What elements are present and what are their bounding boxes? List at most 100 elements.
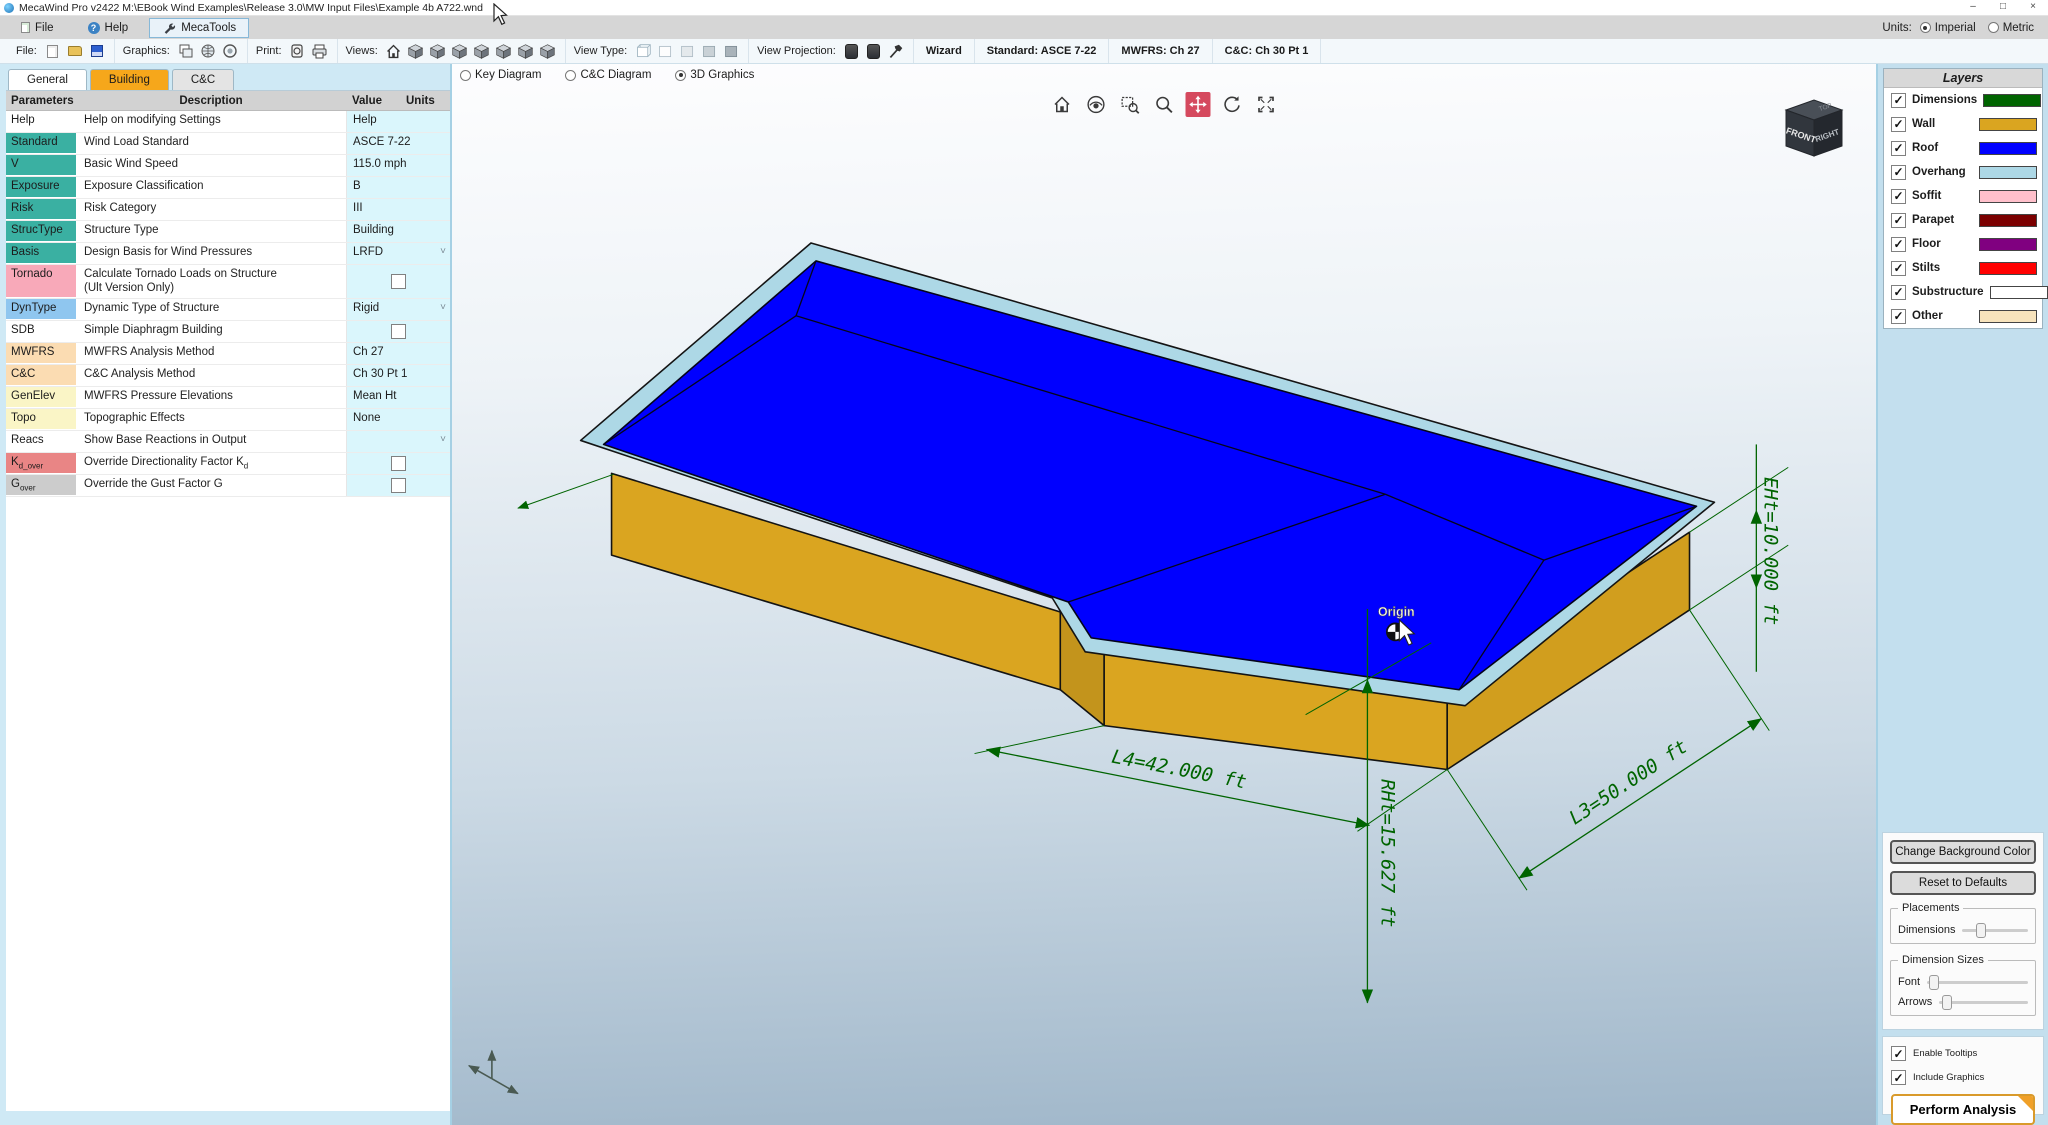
dimensions-slider[interactable] <box>1962 922 2028 938</box>
viewtype-1-button[interactable] <box>634 42 652 60</box>
param-value[interactable]: Rigid ˅ <box>346 299 450 320</box>
tab-building[interactable]: Building <box>89 69 169 90</box>
view-iso6-button[interactable] <box>517 42 535 60</box>
param-row-c-c[interactable]: C&C C&C Analysis Method Ch 30 Pt 1 <box>6 365 450 387</box>
param-row-kd-over[interactable]: Kd_over Override Directionality Factor Kd <box>6 453 450 475</box>
change-background-button[interactable]: Change Background Color <box>1890 840 2036 864</box>
param-row-gover[interactable]: Gover Override the Gust Factor G <box>6 475 450 497</box>
graphics-viewport[interactable]: Key Diagram C&C Diagram 3D Graphics L4=4… <box>450 64 1878 1125</box>
navigation-cube[interactable]: FRONT RIGHT TOP <box>1774 96 1854 180</box>
view-mode-3d-graphics[interactable]: 3D Graphics <box>675 69 754 81</box>
tools-hammer-button[interactable] <box>887 42 905 60</box>
param-value[interactable]: ˅ <box>346 431 450 452</box>
view-iso7-button[interactable] <box>539 42 557 60</box>
tool-home-button[interactable] <box>1050 92 1075 117</box>
units-imperial[interactable]: Imperial <box>1919 22 1976 34</box>
include-graphics-checkbox[interactable] <box>1891 1070 1906 1085</box>
param-row-topo[interactable]: Topo Topographic Effects None <box>6 409 450 431</box>
close-button[interactable]: × <box>2018 0 2048 15</box>
param-value[interactable]: ASCE 7-22 <box>346 133 450 154</box>
param-value[interactable]: Help <box>346 111 450 132</box>
graphics-window-button[interactable] <box>177 42 195 60</box>
wizard-button[interactable]: Wizard <box>914 39 975 63</box>
print-button[interactable] <box>311 42 329 60</box>
param-checkbox[interactable] <box>391 456 406 471</box>
tab-general[interactable]: General <box>8 69 87 90</box>
param-value[interactable] <box>346 321 450 342</box>
param-value[interactable]: Building <box>346 221 450 242</box>
layer-checkbox-parapet[interactable] <box>1891 212 1906 228</box>
view-iso5-button[interactable] <box>495 42 513 60</box>
tool-rotate-button[interactable] <box>1220 92 1245 117</box>
new-file-button[interactable] <box>44 42 62 60</box>
layer-checkbox-floor[interactable] <box>1891 236 1906 252</box>
param-row-dyntype[interactable]: DynType Dynamic Type of Structure Rigid ˅ <box>6 299 450 321</box>
dropdown-caret-icon[interactable]: ˅ <box>440 434 446 445</box>
tool-pan-button[interactable] <box>1185 92 1211 117</box>
param-row-genelev[interactable]: GenElev MWFRS Pressure Elevations Mean Ht <box>6 387 450 409</box>
layer-color-swatch[interactable] <box>1983 93 2042 107</box>
param-value[interactable]: None <box>346 409 450 430</box>
reset-defaults-button[interactable]: Reset to Defaults <box>1890 871 2036 895</box>
param-value[interactable] <box>346 453 450 474</box>
param-value[interactable]: Ch 27 <box>346 343 450 364</box>
tool-zoom-window-button[interactable] <box>1118 92 1143 117</box>
mwfrs-button[interactable]: MWFRS: Ch 27 <box>1109 39 1213 63</box>
param-row-v[interactable]: V Basic Wind Speed 115.0 mph <box>6 155 450 177</box>
param-row-basis[interactable]: Basis Design Basis for Wind Pressures LRFD… <box>6 243 450 265</box>
tab-cc[interactable]: C&C <box>171 69 235 90</box>
layer-checkbox-substructure[interactable] <box>1891 284 1906 300</box>
layer-color-swatch[interactable] <box>1979 213 2037 227</box>
scene-canvas[interactable]: L4=42.000 ft L3=50.000 ft EHt=10.000 ft … <box>452 64 1876 1125</box>
standard-button[interactable]: Standard: ASCE 7-22 <box>975 39 1110 63</box>
param-row-standard[interactable]: Standard Wind Load Standard ASCE 7-22 <box>6 133 450 155</box>
view-home-button[interactable] <box>385 42 403 60</box>
viewtype-5-button[interactable] <box>722 42 740 60</box>
graphics-3d-button[interactable] <box>199 42 217 60</box>
viewtype-3-button[interactable] <box>678 42 696 60</box>
param-value[interactable]: LRFD ˅ <box>346 243 450 264</box>
param-row-structype[interactable]: StrucType Structure Type Building <box>6 221 450 243</box>
viewtype-4-button[interactable] <box>700 42 718 60</box>
graphics-render-button[interactable] <box>221 42 239 60</box>
param-row-exposure[interactable]: Exposure Exposure Classification B <box>6 177 450 199</box>
tool-zoom-button[interactable] <box>1152 92 1177 117</box>
dimensions-slider-thumb[interactable] <box>1975 922 1986 938</box>
param-checkbox[interactable] <box>391 478 406 493</box>
units-metric[interactable]: Metric <box>1987 22 2034 34</box>
param-value[interactable] <box>346 265 450 298</box>
print-preview-button[interactable] <box>289 42 307 60</box>
param-value[interactable]: Ch 30 Pt 1 <box>346 365 450 386</box>
layer-color-swatch[interactable] <box>1979 189 2037 203</box>
view-iso3-button[interactable] <box>451 42 469 60</box>
open-file-button[interactable] <box>66 42 84 60</box>
viewtype-2-button[interactable] <box>656 42 674 60</box>
tool-view-button[interactable] <box>1084 92 1109 117</box>
param-row-mwfrs[interactable]: MWFRS MWFRS Analysis Method Ch 27 <box>6 343 450 365</box>
font-slider-thumb[interactable] <box>1929 974 1940 990</box>
param-row-tornado[interactable]: Tornado Calculate Tornado Loads on Struct… <box>6 265 450 299</box>
view-iso2-button[interactable] <box>429 42 447 60</box>
param-value[interactable] <box>346 475 450 496</box>
menu-help[interactable]: ? Help <box>75 19 142 37</box>
menu-file[interactable]: File <box>8 19 67 37</box>
layer-color-swatch[interactable] <box>1979 261 2037 275</box>
param-checkbox[interactable] <box>391 324 406 339</box>
layer-checkbox-dimensions[interactable] <box>1891 92 1906 108</box>
param-value[interactable]: III <box>346 199 450 220</box>
maximize-button[interactable]: □ <box>1988 0 2018 15</box>
view-mode-c-c-diagram[interactable]: C&C Diagram <box>565 69 651 81</box>
layer-color-swatch[interactable] <box>1979 237 2037 251</box>
tool-fit-button[interactable] <box>1254 92 1279 117</box>
layer-color-swatch[interactable] <box>1989 285 2048 299</box>
font-slider[interactable] <box>1927 974 2028 990</box>
param-value[interactable]: 115.0 mph <box>346 155 450 176</box>
menu-mecatools[interactable]: MecaTools <box>149 17 250 38</box>
layer-checkbox-wall[interactable] <box>1891 116 1906 132</box>
param-row-help[interactable]: Help Help on modifying Settings Help <box>6 111 450 133</box>
param-row-reacs[interactable]: Reacs Show Base Reactions in Output ˅ <box>6 431 450 453</box>
layer-color-swatch[interactable] <box>1979 165 2037 179</box>
param-value[interactable]: Mean Ht <box>346 387 450 408</box>
layer-color-swatch[interactable] <box>1979 309 2037 323</box>
minimize-button[interactable]: – <box>1958 0 1988 15</box>
